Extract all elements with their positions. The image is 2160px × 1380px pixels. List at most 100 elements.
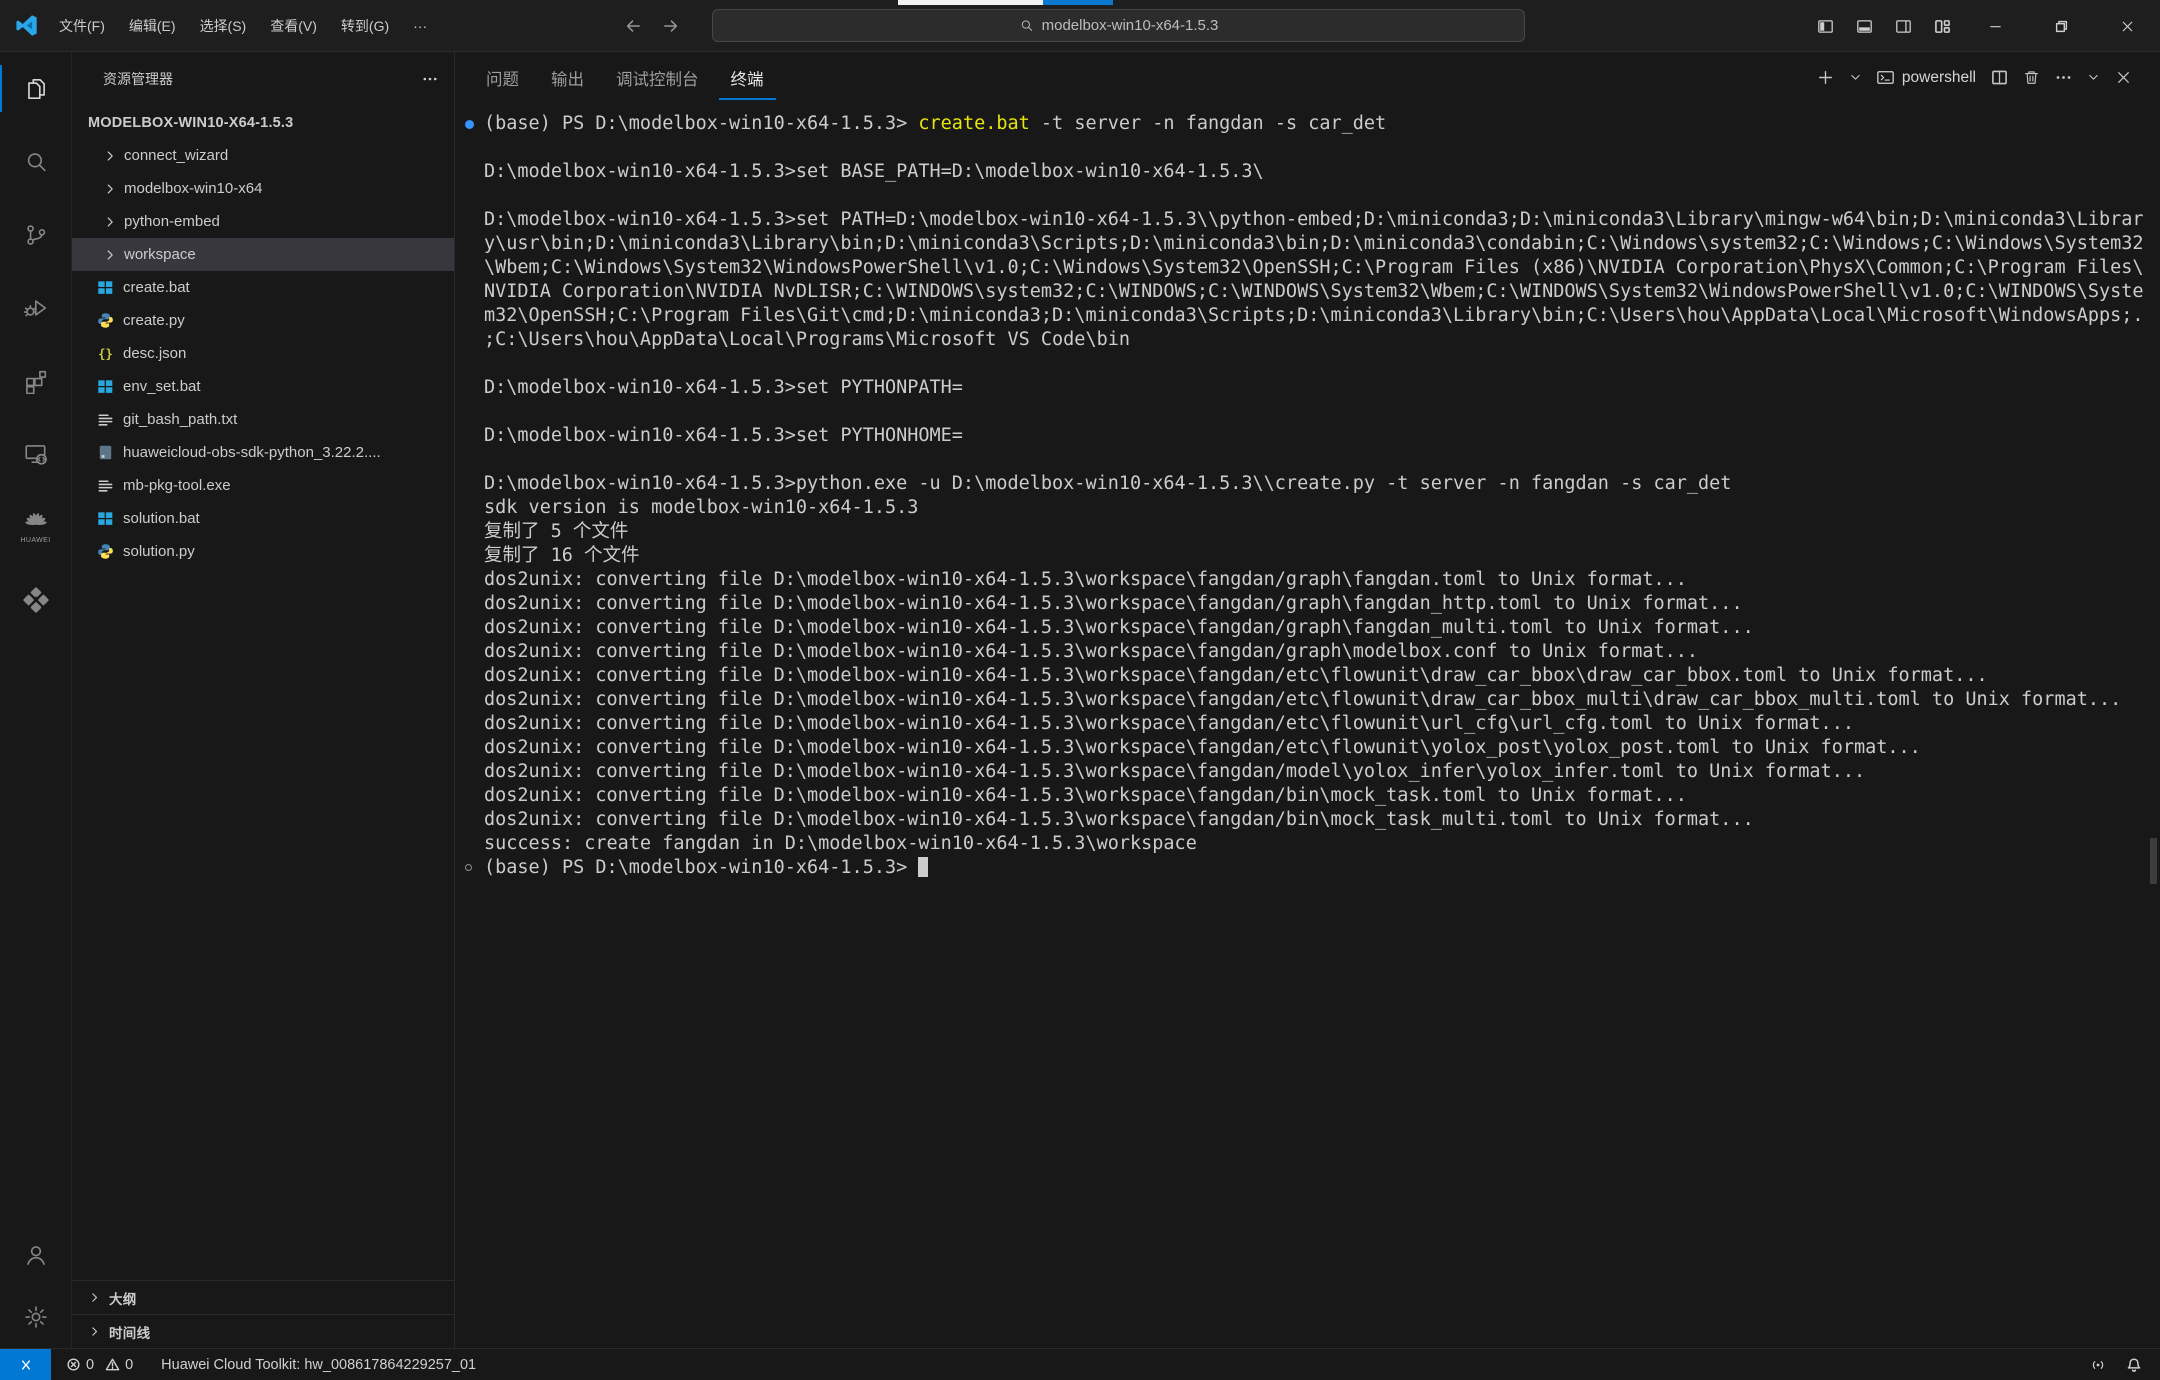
activity-bar: HUAWEI — [0, 52, 72, 1348]
chevron-right-icon — [103, 182, 117, 196]
command-center-search[interactable]: modelbox-win10-x64-1.5.3 — [712, 9, 1525, 42]
window-control-toggle-secondary-sidebar[interactable] — [1884, 0, 1923, 52]
terminal-line: D:\modelbox-win10-x64-1.5.3>set PYTHONPA… — [484, 376, 2160, 400]
tree-item-create-bat[interactable]: create.bat — [72, 271, 454, 304]
tree-item-connect-wizard[interactable]: connect_wizard — [72, 139, 454, 172]
menubar-item-1[interactable]: 编辑(E) — [117, 0, 188, 52]
tree-item-huaweicloud-obs-sdk-python-3-22-2-[interactable]: huaweicloud-obs-sdk-python_3.22.2.... — [72, 436, 454, 469]
activity-item-run-debug[interactable] — [0, 271, 71, 344]
tree-item-label: env_set.bat — [123, 378, 201, 395]
close-panel-icon[interactable] — [2115, 69, 2132, 86]
command-decoration-icon[interactable] — [465, 864, 472, 871]
terminal-text: ;C:\Users\hou\AppData\Local\Programs\Mic… — [484, 329, 1130, 350]
timeline-section[interactable]: 时间线 — [72, 1314, 454, 1348]
activity-item-source-control[interactable] — [0, 198, 71, 271]
tree-item-env-set-bat[interactable]: env_set.bat — [72, 370, 454, 403]
broadcast-icon[interactable] — [2090, 1357, 2106, 1373]
terminal-text: dos2unix: converting file D:\modelbox-wi… — [484, 809, 1754, 830]
tree-item-mb-pkg-tool-exe[interactable]: mb-pkg-tool.exe — [72, 469, 454, 502]
panel-tab-3[interactable]: 终端 — [715, 52, 780, 103]
menubar-item-0[interactable]: 文件(F) — [47, 0, 117, 52]
terminal-text: D:\modelbox-win10-x64-1.5.3>set PYTHONPA… — [484, 377, 963, 398]
bell-icon[interactable] — [2126, 1357, 2142, 1373]
tree-item-solution-py[interactable]: solution.py — [72, 535, 454, 568]
new-terminal-icon[interactable] — [1817, 69, 1834, 86]
forward-icon[interactable] — [662, 17, 680, 35]
search-icon — [23, 149, 49, 175]
activity-item-huawei-cloud[interactable]: HUAWEI — [0, 490, 71, 563]
terminal-line: (base) PS D:\modelbox-win10-x64-1.5.3> c… — [484, 112, 2160, 136]
activity-item-extensions[interactable] — [0, 344, 71, 417]
terminal-profile-chevron-icon[interactable] — [1849, 71, 1862, 84]
tree-root[interactable]: MODELBOX-WIN10-X64-1.5.3 — [72, 106, 454, 139]
menubar-item-4[interactable]: 转到(G) — [329, 0, 401, 52]
window-control-close[interactable] — [2094, 0, 2160, 52]
more-actions-icon[interactable] — [2055, 69, 2072, 86]
terminal-tab-powershell[interactable]: powershell — [1877, 69, 1976, 87]
tree-item-python-embed[interactable]: python-embed — [72, 205, 454, 238]
sidebar-more-actions-icon[interactable] — [422, 71, 438, 87]
close-icon — [2120, 19, 2135, 34]
window-control-minimize[interactable] — [1962, 0, 2028, 52]
activity-item-search[interactable] — [0, 125, 71, 198]
tree-item-label: create.bat — [123, 279, 190, 296]
window-control-toggle-sidebar[interactable] — [1806, 0, 1845, 52]
back-icon[interactable] — [624, 17, 642, 35]
panel-tab-1[interactable]: 输出 — [535, 52, 600, 103]
terminal-text: \Wbem;C:\Windows\System32\WindowsPowerSh… — [484, 257, 2144, 278]
bottom-panel: 问题输出调试控制台终端 powershell (base) PS D:\mode… — [455, 52, 2160, 1348]
window-control-restore[interactable] — [2028, 0, 2094, 52]
activity-item-explorer[interactable] — [0, 52, 71, 125]
terminal-text: D:\modelbox-win10-x64-1.5.3>python.exe -… — [484, 473, 1731, 494]
svg-text:{}: {} — [98, 347, 113, 361]
terminal-line: NVIDIA Corporation\NVIDIA NvDLISR;C:\WIN… — [484, 280, 2160, 304]
outline-section[interactable]: 大纲 — [72, 1280, 454, 1314]
problems-status[interactable]: 0 0 — [66, 1357, 139, 1373]
tree-item-workspace[interactable]: workspace — [72, 238, 454, 271]
panel-tab-2[interactable]: 调试控制台 — [600, 52, 715, 103]
tree-item-label: solution.py — [123, 543, 195, 560]
command-decoration-icon[interactable] — [465, 120, 474, 129]
toggle-secondary-sidebar-icon — [1895, 18, 1912, 35]
bat-file-icon — [97, 279, 114, 296]
tree-item-label: huaweicloud-obs-sdk-python_3.22.2.... — [123, 444, 381, 461]
terminal-line: y\usr\bin;D:\miniconda3\Library\bin;D:\m… — [484, 232, 2160, 256]
tree-item-modelbox-win10-x64[interactable]: modelbox-win10-x64 — [72, 172, 454, 205]
chevron-right-icon — [88, 1291, 101, 1304]
activity-item-ai-gallery[interactable] — [0, 563, 71, 636]
menubar-item-5[interactable]: ··· — [401, 0, 439, 52]
menubar-item-3[interactable]: 查看(V) — [258, 0, 329, 52]
menubar-item-2[interactable]: 选择(S) — [188, 0, 259, 52]
panel-tab-0[interactable]: 问题 — [486, 52, 535, 103]
menubar: 文件(F)编辑(E)选择(S)查看(V)转到(G)··· — [47, 0, 439, 52]
huawei-toolkit-status[interactable]: Huawei Cloud Toolkit: hw_008617864229257… — [161, 1357, 476, 1373]
terminal-text: 复制了 5 个文件 — [484, 521, 628, 542]
panel-header: 问题输出调试控制台终端 powershell — [455, 52, 2160, 103]
terminal-text: -t server -n fangdan -s car_det — [1030, 113, 1386, 134]
bat-file-icon — [97, 510, 114, 527]
tree-item-solution-bat[interactable]: solution.bat — [72, 502, 454, 535]
split-terminal-icon[interactable] — [1991, 69, 2008, 86]
window-control-customize-layout[interactable] — [1923, 0, 1962, 52]
tree-item-label: solution.bat — [123, 510, 200, 527]
activity-item-remote-explorer[interactable] — [0, 417, 71, 490]
window-control-toggle-panel[interactable] — [1845, 0, 1884, 52]
terminal-scrollbar[interactable] — [2150, 838, 2157, 884]
tree-item-desc-json[interactable]: {}desc.json — [72, 337, 454, 370]
panel-chevron-down-icon[interactable] — [2087, 71, 2100, 84]
terminal-line: D:\modelbox-win10-x64-1.5.3>python.exe -… — [484, 472, 2160, 496]
kill-terminal-icon[interactable] — [2023, 69, 2040, 86]
terminal-output[interactable]: (base) PS D:\modelbox-win10-x64-1.5.3> c… — [455, 103, 2160, 1348]
py-file-icon — [97, 543, 114, 560]
terminal-text: sdk version is modelbox-win10-x64-1.5.3 — [484, 497, 918, 518]
panel-tabs: 问题输出调试控制台终端 — [455, 52, 780, 103]
sidebar-header: 资源管理器 — [72, 52, 454, 106]
remote-status[interactable] — [0, 1349, 51, 1380]
tree-item-git-bash-path-txt[interactable]: git_bash_path.txt — [72, 403, 454, 436]
source-control-icon — [23, 222, 49, 248]
activity-item-settings[interactable] — [0, 1286, 71, 1348]
activity-item-account[interactable] — [0, 1224, 71, 1286]
terminal-text: dos2unix: converting file D:\modelbox-wi… — [484, 593, 1743, 614]
tree-item-label: mb-pkg-tool.exe — [123, 477, 231, 494]
tree-item-create-py[interactable]: create.py — [72, 304, 454, 337]
